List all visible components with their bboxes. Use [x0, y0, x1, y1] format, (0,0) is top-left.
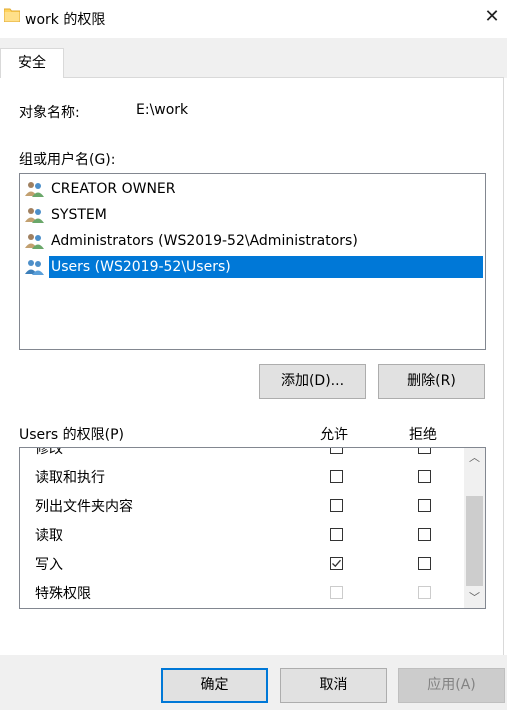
group-item-users[interactable]: Users (WS2019-52\Users) — [25, 256, 483, 278]
ok-button[interactable]: 确定 — [161, 668, 268, 703]
remove-button[interactable]: 删除(R) — [378, 364, 485, 399]
group-item-label: Administrators (WS2019-52\Administrators… — [51, 233, 358, 249]
add-button[interactable]: 添加(D)... — [259, 364, 366, 399]
users-icon — [25, 182, 44, 197]
permission-row: 修改 — [20, 447, 463, 462]
permissions-scrollbar[interactable]: ︿ ﹀ — [464, 448, 485, 608]
permissions-list[interactable]: 修改 读取和执行 列出文件夹内容 读取 写入 特殊权限 ︿ ﹀ — [19, 447, 486, 609]
deny-checkbox[interactable] — [418, 528, 431, 541]
deny-checkbox[interactable] — [418, 499, 431, 512]
close-button[interactable]: ✕ — [480, 6, 504, 28]
permission-name: 修改 — [35, 447, 63, 457]
users-icon — [25, 260, 44, 275]
deny-checkbox[interactable] — [418, 470, 431, 483]
scroll-down-icon[interactable]: ﹀ — [464, 588, 485, 608]
title-bar: work 的权限 ✕ — [0, 0, 507, 34]
group-item-label: Users (WS2019-52\Users) — [49, 256, 483, 278]
allow-checkbox[interactable] — [330, 528, 343, 541]
folder-icon — [4, 8, 20, 22]
permission-name: 列出文件夹内容 — [35, 499, 133, 515]
deny-column-header: 拒绝 — [409, 427, 437, 443]
group-item-label: CREATOR OWNER — [51, 181, 176, 197]
group-item-label: SYSTEM — [51, 207, 107, 223]
permission-row: 读取 — [20, 520, 463, 549]
deny-checkbox — [418, 586, 431, 599]
permission-row: 列出文件夹内容 — [20, 491, 463, 520]
permission-name: 特殊权限 — [35, 586, 91, 602]
groups-listbox[interactable]: CREATOR OWNER SYSTEM Administrators (WS2… — [19, 173, 486, 350]
users-icon — [25, 234, 44, 249]
permission-row: 特殊权限 — [20, 578, 463, 607]
allow-checkbox[interactable] — [330, 470, 343, 483]
groups-label: 组或用户名(G): — [19, 152, 116, 168]
scroll-up-icon[interactable]: ︿ — [464, 448, 485, 468]
apply-button: 应用(A) — [398, 668, 505, 703]
allow-column-header: 允许 — [320, 427, 348, 443]
permission-row: 读取和执行 — [20, 462, 463, 491]
allow-checkbox[interactable] — [330, 448, 343, 454]
tab-security[interactable]: 安全 — [0, 48, 64, 78]
object-name-label: 对象名称: — [19, 105, 80, 121]
permission-name: 读取和执行 — [35, 470, 105, 486]
scroll-thumb[interactable] — [466, 496, 483, 586]
allow-checkbox[interactable] — [330, 499, 343, 512]
tab-strip — [0, 38, 507, 78]
permission-name: 读取 — [35, 528, 63, 544]
deny-checkbox[interactable] — [418, 448, 431, 454]
checkmark-icon — [332, 559, 341, 568]
permission-name: 写入 — [35, 557, 63, 573]
users-icon — [25, 208, 44, 223]
permission-row: 写入 — [20, 549, 463, 578]
allow-checkbox[interactable] — [330, 557, 343, 570]
deny-checkbox[interactable] — [418, 557, 431, 570]
object-name-value: E:\work — [136, 102, 189, 118]
allow-checkbox — [330, 586, 343, 599]
permissions-label: Users 的权限(P) — [19, 427, 125, 443]
cancel-button[interactable]: 取消 — [280, 668, 387, 703]
window-title: work 的权限 — [25, 12, 106, 28]
